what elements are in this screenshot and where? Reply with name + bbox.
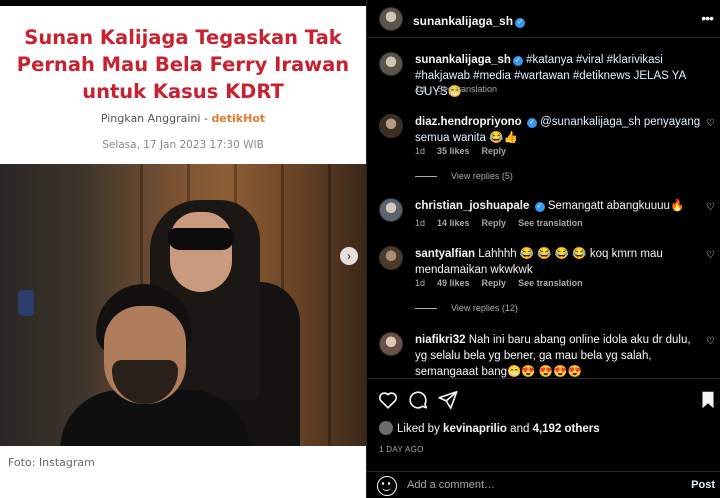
comment-meta: 1d 14 likes Reply See translation: [415, 218, 595, 228]
header-username[interactable]: sunankalijaga_sh: [413, 14, 513, 28]
avatar[interactable]: [379, 246, 403, 270]
comment-likes[interactable]: 49 likes: [437, 278, 470, 288]
caption-meta: 1d See translation: [415, 84, 509, 94]
replies-line: [415, 308, 437, 310]
view-replies-button[interactable]: View replies (12): [415, 303, 518, 313]
reply-button[interactable]: Reply: [482, 146, 507, 156]
caption-username[interactable]: sunankalijaga_sh: [415, 54, 511, 66]
heart-icon[interactable]: ♡: [706, 250, 715, 261]
see-translation[interactable]: See translation: [518, 218, 583, 228]
share-icon[interactable]: [437, 389, 459, 411]
heart-icon[interactable]: [377, 389, 399, 411]
header-user: sunankalijaga_sh ✓: [413, 12, 526, 30]
avatar[interactable]: [379, 114, 403, 138]
verified-icon: ✓: [526, 118, 537, 128]
liked-and-label: and: [510, 423, 530, 435]
comment-text: niafikri32 Nah ini baru abang online ido…: [415, 332, 705, 378]
post-header: sunankalijaga_sh ✓ •••: [367, 0, 720, 38]
article-source: detikHot: [211, 112, 266, 125]
replies-line: [415, 176, 437, 178]
post-button[interactable]: Post: [691, 479, 715, 491]
verified-icon: ✓: [534, 202, 545, 212]
see-translation[interactable]: See translation: [437, 84, 497, 94]
post-media: Sunan Kalijaga Tegaskan Tak Pernah Mau B…: [0, 0, 366, 498]
comment-meta: 1d 35 likes Reply: [415, 146, 518, 156]
comment-body: Semangatt abangkuuuu🔥: [547, 200, 685, 212]
liked-by-label: Liked by: [397, 423, 440, 435]
heart-icon[interactable]: ♡: [706, 336, 715, 347]
comment-time: 1d: [415, 146, 426, 156]
comment-username[interactable]: santyalfian: [415, 248, 475, 260]
comment-username[interactable]: niafikri32: [415, 334, 466, 346]
comment-text: christian_joshuapale ✓ Semangatt abangku…: [415, 198, 705, 214]
avatar[interactable]: [379, 198, 403, 222]
comment-username[interactable]: christian_joshuapale: [415, 200, 529, 212]
photo-woman-face: [170, 212, 232, 292]
news-article-image: Sunan Kalijaga Tegaskan Tak Pernah Mau B…: [0, 6, 366, 498]
more-icon[interactable]: •••: [701, 10, 714, 26]
post-actions: Liked by kevinaprilio and 4,192 others 1…: [367, 378, 720, 498]
comments-list: sunankalijaga_sh ✓ #katanya #viral #klari…: [367, 38, 720, 378]
bookmark-icon[interactable]: [697, 389, 719, 411]
reply-button[interactable]: Reply: [482, 218, 507, 228]
article-title: Sunan Kalijaga Tegaskan Tak Pernah Mau B…: [16, 26, 350, 103]
comment-text: santyalfian Lahhhh 😂 😂 😂 😂 koq kmrn mau …: [415, 246, 705, 278]
article-author: Pingkan Anggraini: [100, 112, 201, 125]
liked-count[interactable]: 4,192 others: [533, 423, 600, 435]
avatar[interactable]: [379, 332, 403, 356]
comment-text: diaz.hendropriyono ✓ @sunankalijaga_sh p…: [415, 114, 705, 146]
comment-meta: 1d 49 likes Reply See translation: [415, 278, 595, 288]
comment-time: 1d: [415, 218, 426, 228]
see-translation[interactable]: See translation: [518, 278, 583, 288]
photo-bottle: [18, 290, 34, 316]
chevron-right-icon[interactable]: ›: [340, 247, 358, 265]
article-photo: [0, 164, 366, 446]
byline-separator: -: [200, 112, 212, 125]
comment-likes[interactable]: 14 likes: [437, 218, 470, 228]
comment-username[interactable]: diaz.hendropriyono: [415, 116, 522, 128]
post-panel: sunankalijaga_sh ✓ ••• sunankalijaga_sh ✓ …: [366, 0, 720, 498]
comment-likes[interactable]: 35 likes: [437, 146, 470, 156]
avatar[interactable]: [379, 421, 393, 435]
verified-icon: ✓: [515, 18, 526, 28]
photo-sunglasses: [168, 228, 234, 250]
article-date: Selasa, 17 Jan 2023 17:30 WIB: [102, 139, 264, 151]
heart-icon[interactable]: ♡: [706, 118, 715, 129]
likes-summary: Liked by kevinaprilio and 4,192 others: [379, 421, 600, 435]
liked-user[interactable]: kevinaprilio: [443, 423, 507, 435]
comment-time: 1d: [415, 278, 426, 288]
article-byline: Pingkan Anggraini - detikHot: [0, 112, 366, 125]
heart-icon[interactable]: ♡: [706, 202, 715, 213]
verified-icon: ✓: [512, 56, 523, 66]
view-replies-button[interactable]: View replies (5): [415, 171, 513, 181]
comment-input[interactable]: Add a comment…: [407, 479, 495, 491]
comment-icon[interactable]: [407, 389, 429, 411]
photo-caption: Foto: Instagram: [8, 456, 95, 469]
avatar[interactable]: [379, 7, 403, 31]
add-comment-bar: Add a comment… Post: [367, 471, 720, 498]
reply-button[interactable]: Reply: [482, 278, 507, 288]
post-timestamp[interactable]: 1 DAY AGO: [379, 445, 424, 454]
avatar[interactable]: [379, 52, 403, 76]
emoji-icon[interactable]: [377, 476, 397, 496]
view-replies-label[interactable]: View replies (5): [451, 171, 513, 181]
view-replies-label[interactable]: View replies (12): [451, 303, 518, 313]
caption-time: 1d: [415, 84, 426, 94]
